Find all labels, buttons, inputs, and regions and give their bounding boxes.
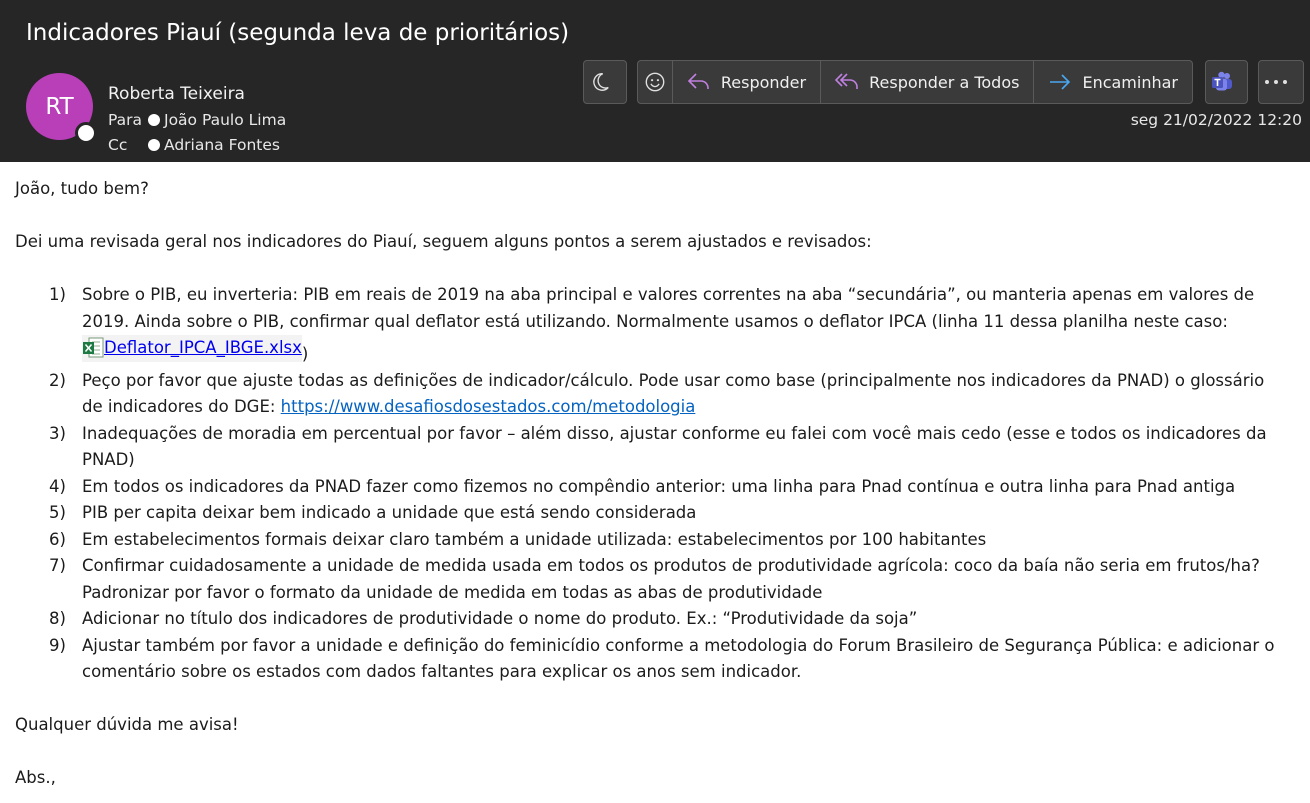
teams-icon <box>1206 61 1247 103</box>
review-points-list: 1) Sobre o PIB, eu inverteria: PIB em re… <box>15 282 1300 686</box>
reply-icon <box>687 73 709 89</box>
list-item: 5) PIB per capita deixar bem indicado a … <box>15 500 1300 527</box>
list-number: 3) <box>49 423 66 443</box>
list-item: 8) Adicionar no título dos indicadores d… <box>15 606 1300 633</box>
intro-paragraph: Dei uma revisada geral nos indicadores d… <box>15 232 872 251</box>
attachment-link[interactable]: Deflator_IPCA_IBGE.xlsx <box>82 335 302 362</box>
reply-all-label: Responder a Todos <box>869 72 1020 92</box>
to-label: Para <box>108 111 143 129</box>
message-body: João, tudo bem? Dei uma revisada geral n… <box>15 176 1300 792</box>
list-number: 9) <box>49 635 66 655</box>
to-recipient[interactable]: João Paulo Lima <box>164 111 286 129</box>
cc-recipient[interactable]: Adriana Fontes <box>164 136 280 154</box>
to-line: Para João Paulo Lima <box>108 111 286 129</box>
avatar-initials: RT <box>45 93 74 120</box>
list-item-line: de indicadores do DGE: <box>82 397 281 417</box>
presence-status-icon <box>75 122 97 144</box>
list-item-line: PIB per capita deixar bem indicado a uni… <box>82 503 697 523</box>
moon-icon <box>584 61 626 103</box>
list-number: 1) <box>49 285 66 304</box>
list-item-line: 2019. Ainda sobre o PIB, confirmar qual … <box>82 311 1228 331</box>
list-number: 5) <box>49 503 66 523</box>
signoff: Abs., <box>15 768 56 788</box>
emoji-button[interactable] <box>638 61 673 103</box>
list-number: 8) <box>49 609 66 629</box>
excel-file-icon <box>83 337 104 358</box>
list-item-line: Em todos os indicadores da PNAD fazer co… <box>82 476 1236 496</box>
message-subject: Indicadores Piauí (segunda leva de prior… <box>26 20 570 46</box>
list-item-line: Padronizar por favor o formato da unidad… <box>82 582 823 602</box>
teams-button[interactable] <box>1205 60 1248 104</box>
list-number: 6) <box>49 529 66 549</box>
list-number: 2) <box>49 370 66 390</box>
reply-all-button[interactable]: Responder a Todos <box>821 61 1035 103</box>
greeting: João, tudo bem? <box>15 179 149 198</box>
list-item-line: Inadequações de moradia em percentual po… <box>82 423 1267 443</box>
list-number: 7) <box>49 556 66 576</box>
list-item: 1) Sobre o PIB, eu inverteria: PIB em re… <box>15 282 1300 368</box>
emoji-icon <box>645 72 665 92</box>
recipient-status-icon <box>148 114 160 126</box>
reply-label: Responder <box>720 72 807 92</box>
cc-line: Cc Adriana Fontes <box>108 136 280 154</box>
sender-name[interactable]: Roberta Teixeira <box>108 84 245 104</box>
list-item: 7) Confirmar cuidadosamente a unidade de… <box>15 553 1300 606</box>
methodology-link[interactable]: https://www.desafiosdosestados.com/metod… <box>281 397 696 416</box>
list-item-line: comentário sobre os estados com dados fa… <box>82 662 802 682</box>
cc-label: Cc <box>108 136 128 154</box>
list-item: 2) Peço por favor que ajuste todas as de… <box>15 368 1300 421</box>
list-item-line: Em estabelecimentos formais deixar claro… <box>82 529 987 549</box>
list-item-line: Adicionar no título dos indicadores de p… <box>82 609 918 629</box>
sent-date: seg 21/02/2022 12:20 <box>1130 111 1302 129</box>
list-item-line: Confirmar cuidadosamente a unidade de me… <box>82 556 1260 576</box>
list-number: 4) <box>49 476 66 496</box>
closing-line: Qualquer dúvida me avisa! <box>15 715 239 735</box>
attachment-filename[interactable]: Deflator_IPCA_IBGE.xlsx <box>104 335 302 362</box>
list-item-line: Sobre o PIB, eu inverteria: PIB em reais… <box>82 285 1255 304</box>
message-header: Indicadores Piauí (segunda leva de prior… <box>0 0 1310 162</box>
reply-button[interactable]: Responder <box>673 61 822 103</box>
more-actions-button[interactable] <box>1258 60 1304 104</box>
list-item: 3) Inadequações de moradia em percentual… <box>15 421 1300 474</box>
reply-all-icon <box>835 73 858 89</box>
list-item: 4) Em todos os indicadores da PNAD fazer… <box>15 474 1300 501</box>
reply-toolbar: Responder Responder a Todos Encaminhar <box>637 60 1193 104</box>
list-item: 6) Em estabelecimentos formais deixar cl… <box>15 527 1300 554</box>
forward-button[interactable]: Encaminhar <box>1034 61 1192 103</box>
list-item-line: Ajustar também por favor a unidade e def… <box>82 635 1275 655</box>
list-item-line: PNAD) <box>82 450 135 470</box>
forward-label: Encaminhar <box>1082 72 1178 92</box>
more-icon <box>1259 61 1303 103</box>
dark-mode-button[interactable] <box>583 60 627 104</box>
recipient-status-icon <box>148 139 160 151</box>
list-item-line: Peço por favor que ajuste todas as defin… <box>82 370 1265 390</box>
attachment-close-paren: ) <box>301 344 309 364</box>
forward-icon <box>1050 74 1071 90</box>
list-item: 9) Ajustar também por favor a unidade e … <box>15 633 1300 686</box>
